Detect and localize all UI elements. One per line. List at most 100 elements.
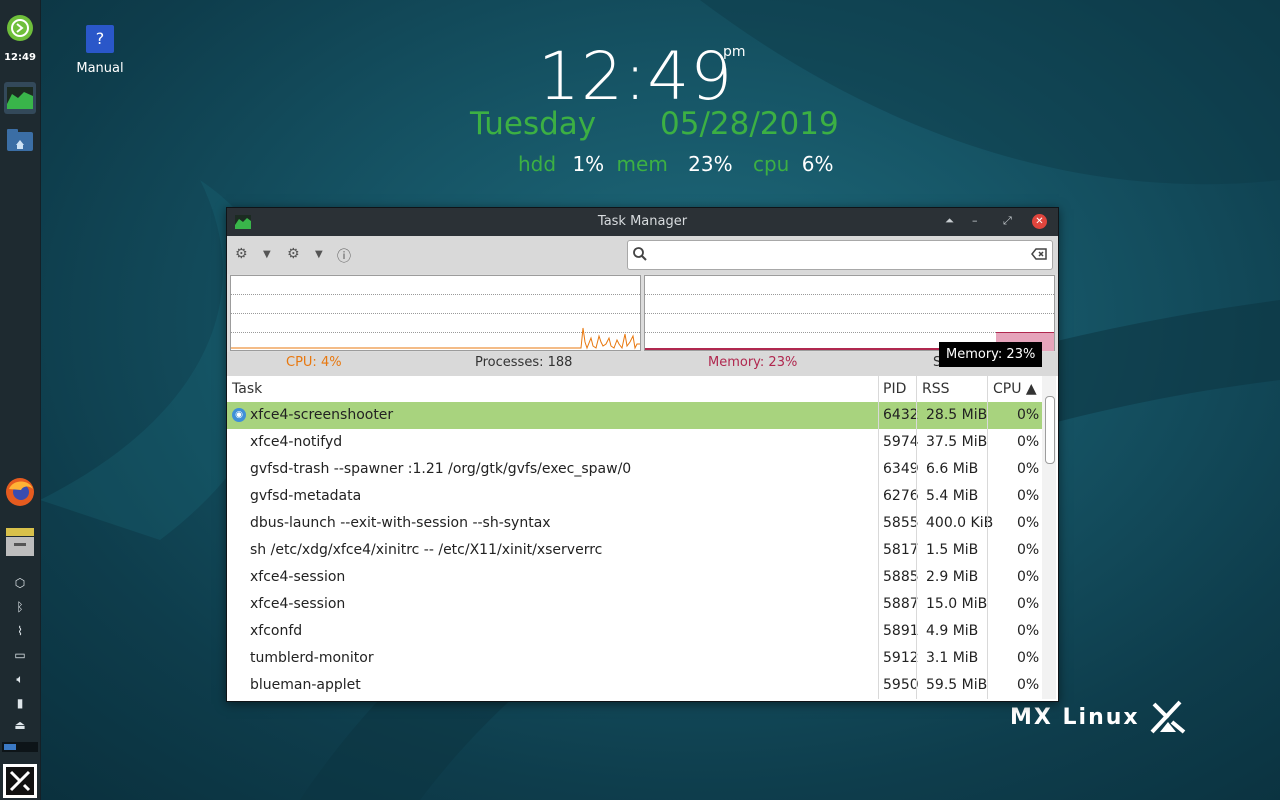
cell-task: xfce4-notifyd	[250, 434, 343, 450]
table-row[interactable]: dbus-launch --exit-with-session --sh-syn…	[227, 510, 1042, 537]
camera-icon: ◉	[232, 408, 246, 422]
cell-pid: 6276	[883, 488, 919, 504]
cell-cpu: 0%	[1017, 677, 1040, 693]
cell-rss: 15.0 MiB	[926, 596, 988, 612]
conky-time: 12:49	[538, 38, 734, 115]
settings-dropdown-icon[interactable]: ▼	[263, 249, 271, 260]
table-row[interactable]: ◉ xfce4-screenshooter 6432 28.5 MiB 0%	[227, 402, 1042, 429]
cell-task: dbus-launch --exit-with-session --sh-syn…	[250, 515, 551, 531]
window-titlebar[interactable]: Task Manager ⏶ – ⤢ ✕	[227, 208, 1058, 236]
settings-gear-icon[interactable]: ⚙	[235, 246, 248, 262]
table-row[interactable]: xfce4-notifyd 5974 37.5 MiB 0%	[227, 429, 1042, 456]
drawer-icon[interactable]	[4, 526, 36, 558]
volume-icon[interactable]: 🔈︎	[10, 670, 30, 688]
table-row[interactable]: xfce4-session 5885 2.9 MiB 0%	[227, 564, 1042, 591]
cell-pid: 5912	[883, 650, 919, 666]
cpu-graph	[230, 275, 641, 351]
file-manager-icon[interactable]	[4, 124, 36, 156]
cell-task: xfce4-session	[250, 596, 346, 612]
cell-task: tumblerd-monitor	[250, 650, 374, 666]
power-icon[interactable]: ▮	[10, 694, 30, 712]
cell-cpu: 0%	[1017, 407, 1040, 423]
scrollbar-thumb[interactable]	[1045, 396, 1055, 464]
processes-status: Processes: 188	[475, 355, 573, 370]
cell-cpu: 0%	[1017, 569, 1040, 585]
conky-cpu-label: cpu	[752, 152, 790, 176]
table-row[interactable]: blueman-applet 5950 59.5 MiB 0%	[227, 672, 1042, 699]
cell-task: xfce4-screenshooter	[250, 407, 394, 423]
cell-rss: 3.1 MiB	[926, 650, 979, 666]
cell-task: gvfsd-trash --spawner :1.21 /org/gtk/gvf…	[250, 461, 632, 477]
cell-task: sh /etc/xdg/xfce4/xinitrc -- /etc/X11/xi…	[250, 542, 603, 558]
shade-button[interactable]: ⏶	[945, 214, 954, 228]
table-row[interactable]: xfce4-session 5887 15.0 MiB 0%	[227, 591, 1042, 618]
cell-cpu: 0%	[1017, 434, 1040, 450]
cell-pid: 5817	[883, 542, 919, 558]
conky-stats: hdd 1% mem 23% cpu 6%	[518, 152, 833, 176]
process-list: ◉ xfce4-screenshooter 6432 28.5 MiB 0% xfce4-…	[227, 402, 1042, 699]
cell-rss: 59.5 MiB	[926, 677, 988, 693]
clear-search-icon[interactable]	[1031, 248, 1047, 260]
conky-hdd-value: 1%	[572, 152, 605, 176]
table-row[interactable]: sh /etc/xdg/xfce4/xinitrc -- /etc/X11/xi…	[227, 537, 1042, 564]
table-row[interactable]: gvfsd-trash --spawner :1.21 /org/gtk/gvf…	[227, 456, 1042, 483]
desktop-icon-manual[interactable]: ? Manual	[70, 25, 130, 76]
search-input[interactable]	[627, 240, 1053, 270]
cell-rss: 400.0 KiB	[926, 515, 994, 531]
cell-cpu: 0%	[1017, 515, 1040, 531]
workspace-switcher[interactable]	[2, 742, 38, 752]
memory-tooltip: Memory: 23%	[939, 342, 1043, 367]
column-pid[interactable]: PID	[883, 381, 906, 397]
column-task[interactable]: Task	[232, 381, 262, 397]
maximize-button[interactable]: ⤢	[1003, 214, 1012, 228]
mx-menu-icon[interactable]	[3, 764, 37, 798]
cell-pid: 5885	[883, 569, 919, 585]
memory-graph	[644, 275, 1055, 351]
desktop-icon-label: Manual	[76, 61, 124, 76]
cell-pid: 6432	[883, 407, 919, 423]
info-icon[interactable]: ⓘ	[337, 246, 351, 266]
cell-task: xfconfd	[250, 623, 303, 639]
clipboard-icon[interactable]: ⌇	[10, 622, 30, 640]
table-row[interactable]: tumblerd-monitor 5912 3.1 MiB 0%	[227, 645, 1042, 672]
cell-pid: 5887	[883, 596, 919, 612]
whisker-menu-icon[interactable]	[4, 12, 36, 44]
workspace-icon[interactable]	[4, 744, 16, 750]
cell-cpu: 0%	[1017, 461, 1040, 477]
table-header: Task PID RSS CPU ▲	[227, 376, 1042, 403]
cell-task: gvfsd-metadata	[250, 488, 362, 504]
close-button[interactable]: ✕	[1032, 214, 1047, 229]
task-manager-window: Task Manager ⏶ – ⤢ ✕ ⚙ ▼ ⚙ ▼ ⓘ CPU: 4% P	[226, 207, 1059, 702]
bluetooth-icon[interactable]: ᛒ	[10, 598, 30, 616]
column-separator	[987, 376, 988, 699]
column-cpu[interactable]: CPU ▲	[993, 381, 1037, 397]
cell-cpu: 0%	[1017, 488, 1040, 504]
mx-logo-icon	[1150, 700, 1185, 734]
cell-task: xfce4-session	[250, 569, 346, 585]
package-icon[interactable]: ⬡	[10, 574, 30, 592]
network-icon[interactable]: ▭	[10, 646, 30, 664]
cell-pid: 5950	[883, 677, 919, 693]
minimize-button[interactable]: –	[972, 214, 978, 227]
cell-rss: 1.5 MiB	[926, 542, 979, 558]
table-row[interactable]: xfconfd 5891 4.9 MiB 0%	[227, 618, 1042, 645]
process-dropdown-icon[interactable]: ▼	[315, 249, 323, 260]
cell-cpu: 0%	[1017, 650, 1040, 666]
conky-date: 05/28/2019	[660, 106, 839, 142]
task-manager-icon[interactable]	[4, 82, 36, 114]
column-rss[interactable]: RSS	[922, 381, 950, 397]
cell-pid: 5891	[883, 623, 919, 639]
help-icon: ?	[86, 25, 114, 53]
process-gear-icon[interactable]: ⚙	[287, 246, 300, 262]
cell-rss: 5.4 MiB	[926, 488, 979, 504]
memory-status: Memory: 23%	[708, 355, 798, 370]
firefox-icon[interactable]	[4, 476, 36, 508]
scrollbar[interactable]	[1042, 376, 1056, 699]
table-row[interactable]: gvfsd-metadata 6276 5.4 MiB 0%	[227, 483, 1042, 510]
cell-cpu: 0%	[1017, 596, 1040, 612]
logo-text: MX Linux	[1010, 704, 1140, 730]
panel-clock[interactable]: 12:49	[0, 52, 40, 63]
conky-cpu-value: 6%	[801, 152, 834, 176]
eject-icon[interactable]: ⏏	[10, 716, 30, 734]
cpu-status: CPU: 4%	[286, 355, 342, 370]
